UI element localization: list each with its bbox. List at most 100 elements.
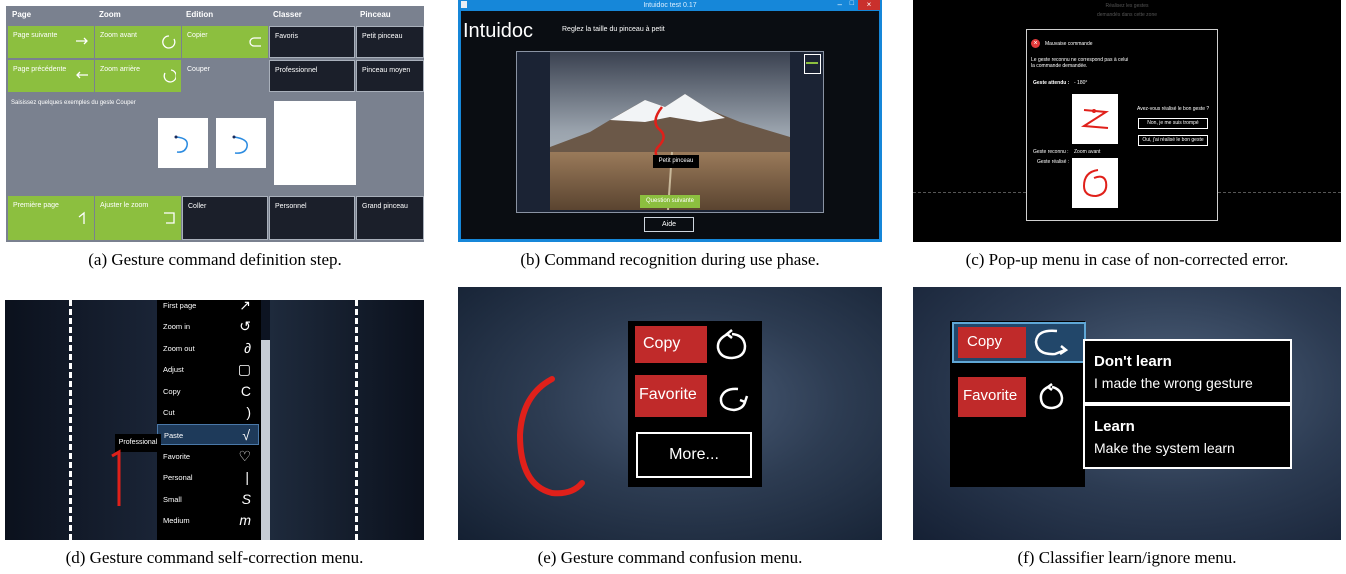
expected-label: Geste attendu : <box>1033 80 1070 86</box>
tile-label: Petit pinceau <box>362 33 403 40</box>
tile-favoris[interactable]: Favoris <box>269 26 355 58</box>
circle-arrow-icon <box>716 329 747 360</box>
gesture-sample-1 <box>158 118 208 168</box>
copy-gesture-icon <box>1034 329 1069 356</box>
dont-learn-option[interactable]: Don't learn I made the wrong gesture <box>1083 339 1292 404</box>
tile-label: Professionnel <box>275 67 318 74</box>
tile-label: Page suivante <box>13 32 58 39</box>
item-label: Adjust <box>163 365 184 374</box>
command-list[interactable]: First page ↗ Zoom in ↺ Zoom out ∂ Adjust ▢ C… <box>157 300 261 540</box>
menu-item-cut[interactable]: Cut) <box>157 402 259 423</box>
tile-copier[interactable]: Copier <box>182 26 268 58</box>
favorite-button[interactable]: Favorite <box>958 377 1026 417</box>
drawn-gesture-stroke <box>516 376 585 497</box>
recognized-value: Zoom avant <box>1074 149 1101 155</box>
personal-gesture-icon: | <box>245 469 249 485</box>
arrow-left-icon <box>76 71 88 79</box>
menu-item-first-page[interactable]: First page ↗ <box>157 300 259 316</box>
tile-couper[interactable]: Couper <box>182 60 268 92</box>
yes-correct-button[interactable]: Oui, j'ai réalisé le bon geste <box>1138 135 1208 146</box>
menu-item-paste[interactable]: Paste √ <box>157 424 259 445</box>
gesture-drawing-area[interactable] <box>274 101 356 185</box>
landscape-photo <box>550 52 790 210</box>
copy-button[interactable]: Copy <box>958 327 1026 358</box>
cut-gesture-icon <box>232 135 248 154</box>
tile-label: Copier <box>187 32 208 39</box>
item-label: Medium <box>163 516 190 525</box>
scrollbar[interactable] <box>261 340 270 540</box>
column-header-pinceau: Pinceau <box>360 10 391 19</box>
left-column <box>5 300 157 540</box>
tile-label: Première page <box>13 202 59 209</box>
tile-petit-pinceau[interactable]: Petit pinceau <box>356 26 424 58</box>
copy-gesture-icon <box>249 37 261 47</box>
tile-premiere-page[interactable]: Première page <box>8 196 94 240</box>
more-button[interactable]: More... <box>636 432 752 478</box>
caption-a: (a) Gesture command definition step. <box>88 250 342 269</box>
performed-label: Geste réalisé : <box>1037 159 1070 165</box>
tile-page-precedente[interactable]: Page précédente <box>8 60 94 92</box>
menu-item-zoom-out[interactable]: Zoom out ∂ <box>157 338 259 359</box>
performed-gesture-card <box>1072 158 1118 208</box>
tile-pinceau-moyen[interactable]: Pinceau moyen <box>356 60 424 92</box>
menu-item-copy[interactable]: Copy C <box>157 381 259 402</box>
tile-zoom-arriere[interactable]: Zoom arrière <box>95 60 181 92</box>
favorite-button[interactable]: Favorite <box>635 375 707 417</box>
tile-professionnel[interactable]: Professionnel <box>269 60 355 92</box>
item-label: Personal <box>163 473 193 482</box>
item-label: Small <box>163 495 182 504</box>
error-dialog: × Mauvaise commande Le geste reconnu ne … <box>1026 29 1218 221</box>
tile-ajuster-zoom[interactable]: Ajuster le zoom <box>95 196 181 240</box>
expected-gesture-card <box>1072 94 1118 144</box>
menu-item-personal[interactable]: Personal | <box>157 467 259 488</box>
dont-learn-title: Don't learn <box>1094 353 1172 370</box>
menu-item-adjust[interactable]: Adjust ▢ <box>157 359 259 380</box>
drawn-gesture-stroke <box>111 449 121 506</box>
close-icon[interactable]: × <box>858 0 880 10</box>
panel-self-correction-menu: First page ↗ Zoom in ↺ Zoom out ∂ Adjust ▢ C… <box>5 300 424 540</box>
next-question-button[interactable]: Question suivante <box>640 195 700 208</box>
first-page-gesture-icon <box>78 211 85 224</box>
tile-label: Grand pinceau <box>362 203 408 210</box>
maximize-icon[interactable]: □ <box>850 0 854 7</box>
menu-item-medium[interactable]: Medium m <box>157 510 259 531</box>
app-name: Intuidoc <box>463 20 534 42</box>
column-header-edition: Edition <box>186 10 214 19</box>
instruction-text: Reglez la taille du pinceau à petit <box>562 26 665 33</box>
no-mistake-button[interactable]: Non, je me suis trompé <box>1138 118 1208 129</box>
tile-coller[interactable]: Coller <box>182 196 268 240</box>
circle-arrow-icon <box>1039 383 1064 410</box>
tile-personnel[interactable]: Personnel <box>269 196 355 240</box>
help-button[interactable]: Aide <box>644 217 694 232</box>
expected-value: - 180° <box>1074 80 1088 86</box>
circle-gesture-icon <box>163 69 176 83</box>
dialog-title: Mauvaise commande <box>1045 41 1093 47</box>
circle-gesture-icon <box>162 35 176 49</box>
item-label: Paste <box>164 431 184 440</box>
caption-d: (d) Gesture command self-correction menu… <box>65 548 364 567</box>
zoom-out-gesture-icon: ∂ <box>244 340 251 356</box>
menu-item-small[interactable]: Small S <box>157 489 259 510</box>
tile-page-suivante[interactable]: Page suivante <box>8 26 94 58</box>
item-label: First page <box>163 301 197 310</box>
tile-zoom-avant[interactable]: Zoom avant <box>95 26 181 58</box>
cut-gesture-icon: ) <box>246 404 251 420</box>
caption-b: (b) Command recognition during use phase… <box>520 250 820 269</box>
window-app-icon <box>461 1 467 8</box>
tile-label: Personnel <box>275 203 307 210</box>
menu-item-favorite[interactable]: Favorite ♡ <box>157 446 259 467</box>
tile-grand-pinceau[interactable]: Grand pinceau <box>356 196 424 240</box>
zigzag-gesture-icon <box>1080 109 1110 129</box>
menu-item-zoom-in[interactable]: Zoom in ↺ <box>157 316 259 337</box>
label-petit-pinceau: Petit pinceau <box>653 155 699 168</box>
dialog-message-2: la commande demandée. <box>1031 63 1088 69</box>
learn-option[interactable]: Learn Make the system learn <box>1083 404 1292 469</box>
caption-e: (e) Gesture command confusion menu. <box>537 548 803 567</box>
minimize-icon[interactable]: – <box>838 0 842 9</box>
copy-button[interactable]: Copy <box>635 326 707 363</box>
medium-gesture-icon: m <box>239 512 251 528</box>
learn-subtitle: Make the system learn <box>1094 440 1235 456</box>
favorite-gesture-icon <box>719 387 749 412</box>
caption-c: (c) Pop-up menu in case of non-corrected… <box>965 250 1289 269</box>
document-area[interactable]: Petit pinceau <box>516 51 824 213</box>
